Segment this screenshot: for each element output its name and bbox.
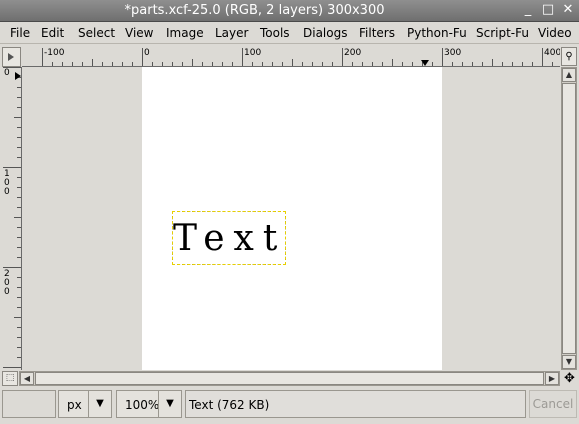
maximize-button[interactable]: □: [541, 3, 555, 17]
minimize-button[interactable]: _: [521, 3, 535, 17]
menu-tools[interactable]: Tools: [260, 26, 290, 40]
horizontal-scroll-thumb[interactable]: [35, 372, 544, 385]
ruler-label: 0: [144, 48, 150, 58]
horizontal-scrollbar[interactable]: ◀ ▶: [19, 371, 560, 386]
menu-script-fu[interactable]: Script-Fu: [476, 26, 529, 40]
menu-image[interactable]: Image: [166, 26, 204, 40]
ruler-label: 100: [244, 48, 262, 58]
menu-dialogs[interactable]: Dialogs: [303, 26, 347, 40]
zoom-on-resize-icon[interactable]: ⚲: [561, 47, 577, 66]
vertical-scroll-thumb[interactable]: [562, 83, 576, 354]
ruler-label: 300: [444, 48, 462, 58]
ruler-label: 200: [4, 269, 10, 297]
quick-menu-button[interactable]: [2, 47, 21, 67]
pointer-position-marker: [421, 60, 429, 66]
cancel-button[interactable]: Cancel: [529, 390, 577, 418]
text-layer-content: Text: [173, 218, 287, 259]
horizontal-ruler[interactable]: -100 0 100 200 300 400: [22, 47, 560, 67]
status-bar: px ▼ 100% ▼ Text (762 KB) Cancel: [0, 388, 579, 422]
canvas-viewport[interactable]: Text: [23, 67, 560, 370]
ruler-label: -100: [44, 48, 65, 58]
scroll-up-icon[interactable]: ▲: [562, 68, 576, 82]
zoom-selector[interactable]: 100% ▼: [116, 390, 182, 418]
scroll-right-icon[interactable]: ▶: [545, 372, 559, 385]
chevron-down-icon[interactable]: ▼: [158, 391, 181, 417]
scroll-left-icon[interactable]: ◀: [20, 372, 34, 385]
menu-edit[interactable]: Edit: [41, 26, 64, 40]
status-message: Text (762 KB): [185, 390, 526, 418]
pointer-position-marker: [15, 72, 21, 80]
title-bar: *parts.xcf-25.0 (RGB, 2 layers) 300x300 …: [0, 0, 579, 22]
menu-select[interactable]: Select: [78, 26, 115, 40]
vertical-scrollbar[interactable]: ▲ ▼: [561, 67, 577, 370]
text-layer-boundary[interactable]: Text: [172, 211, 286, 265]
chevron-down-icon[interactable]: ▼: [88, 391, 111, 417]
play-arrow-icon: [8, 53, 14, 61]
menu-video[interactable]: Video: [538, 26, 572, 40]
unit-value: px: [67, 398, 82, 412]
menu-filters[interactable]: Filters: [359, 26, 395, 40]
horizontal-ruler-ticks: [42, 48, 553, 66]
image-canvas[interactable]: Text: [142, 67, 442, 370]
quick-mask-toggle-icon[interactable]: ⬚: [2, 371, 18, 386]
navigate-icon[interactable]: ✥: [562, 371, 577, 386]
ruler-label: 100: [4, 169, 10, 197]
pointer-coordinates: [2, 390, 56, 418]
vertical-ruler[interactable]: 0 100 200: [2, 67, 22, 370]
menu-python-fu[interactable]: Python-Fu: [407, 26, 467, 40]
menu-bar: File Edit Select View Image Layer Tools …: [0, 22, 579, 44]
menu-file[interactable]: File: [10, 26, 30, 40]
zoom-value: 100%: [125, 398, 160, 412]
ruler-label: 400: [544, 48, 560, 58]
status-message-text: Text (762 KB): [189, 398, 270, 412]
scroll-down-icon[interactable]: ▼: [562, 355, 576, 369]
ruler-label: 0: [4, 68, 10, 78]
ruler-label: 200: [344, 48, 362, 58]
close-button[interactable]: ✕: [561, 3, 575, 17]
vertical-ruler-ticks: [3, 67, 21, 368]
window-title: *parts.xcf-25.0 (RGB, 2 layers) 300x300: [124, 3, 385, 18]
menu-layer[interactable]: Layer: [215, 26, 248, 40]
unit-selector[interactable]: px ▼: [58, 390, 112, 418]
menu-view[interactable]: View: [125, 26, 153, 40]
